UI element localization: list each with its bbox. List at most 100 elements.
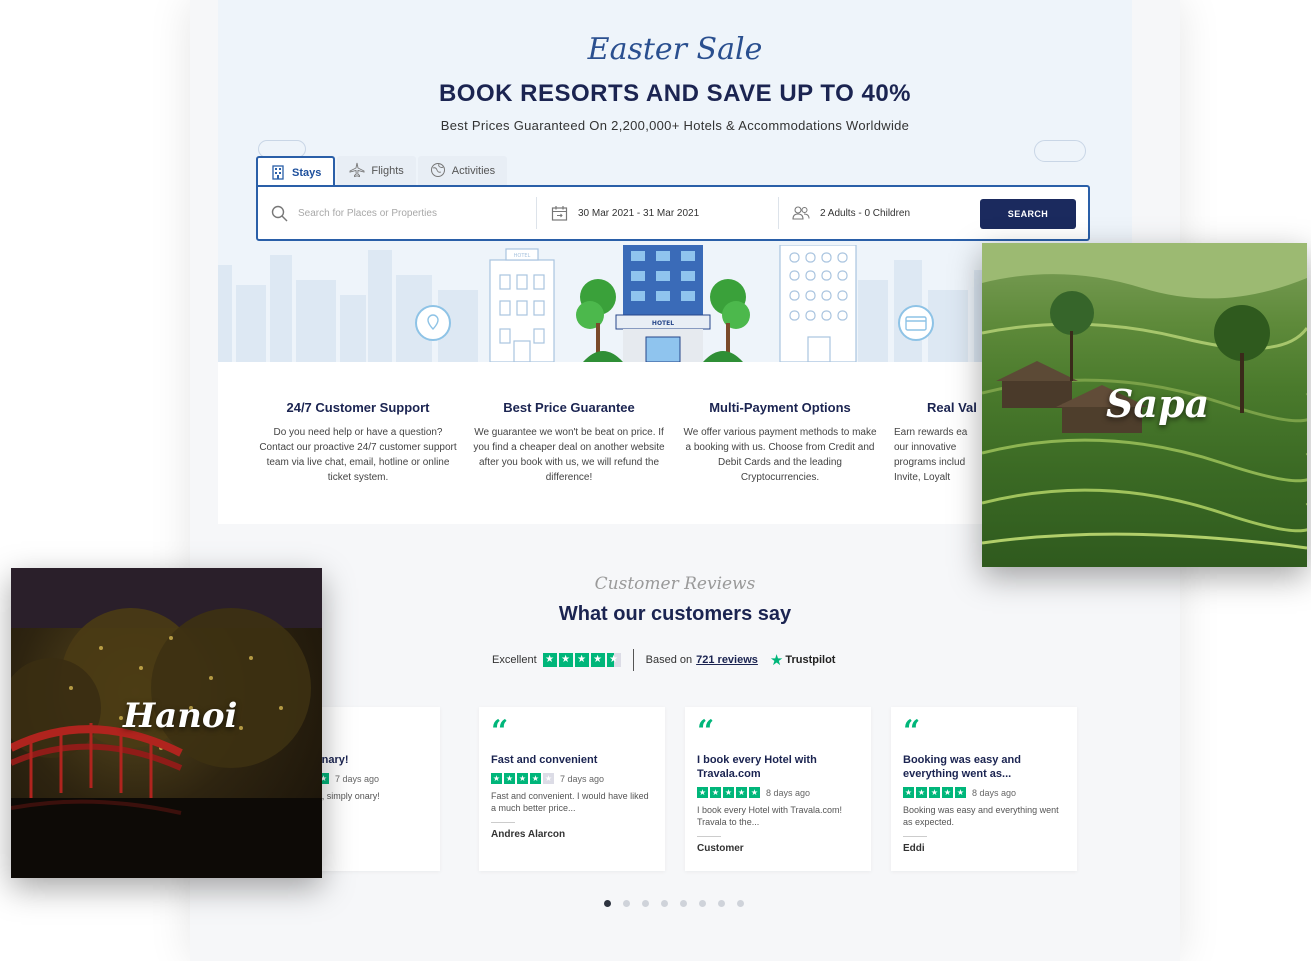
star-icon: ★	[574, 653, 589, 667]
search-tabs: Stays Flights Activities	[256, 156, 509, 188]
carousel-dot[interactable]	[661, 900, 668, 907]
divider	[697, 836, 721, 837]
star-icon: ★	[530, 773, 541, 784]
search-bar: Search for Places or Properties 30 Mar 2…	[256, 185, 1090, 241]
carousel-dot[interactable]	[699, 900, 706, 907]
feature-text: We offer various payment methods to make…	[683, 427, 877, 483]
carousel-dot[interactable]	[623, 900, 630, 907]
review-text: Fast and convenient. I would have liked …	[491, 791, 649, 813]
carousel-dot[interactable]	[642, 900, 649, 907]
carousel-pagination	[604, 900, 744, 907]
search-icon	[270, 204, 288, 222]
carousel-dot[interactable]	[604, 900, 611, 907]
trustpilot-logo: Trustpilot	[785, 654, 836, 666]
review-stars: ★★★★★	[697, 787, 760, 798]
reviews-title: What our customers say	[558, 603, 792, 625]
tab-label: Flights	[371, 165, 404, 177]
review-age: 8 days ago	[972, 787, 1017, 798]
feature-text: We guarantee we won't be beat on price. …	[473, 427, 665, 483]
review-card[interactable]: “ Fast and convenient ★ ★ ★ ★ ★ 7 days ago F…	[479, 707, 665, 871]
destination-field[interactable]: Search for Places or Properties	[270, 187, 530, 239]
review-card[interactable]: “ Booking was easy and everything went a…	[891, 707, 1077, 871]
carousel-dot[interactable]	[680, 900, 687, 907]
star-icon: ★	[736, 787, 747, 798]
credit-card-icon	[898, 305, 934, 341]
tab-stays[interactable]: Stays	[256, 156, 336, 188]
carousel-dot[interactable]	[737, 900, 744, 907]
trustpilot-summary: Excellent ★ ★ ★ ★ ★ Based on 721 reviews…	[492, 648, 835, 672]
guests-icon	[792, 204, 810, 222]
search-button[interactable]: SEARCH	[980, 199, 1076, 229]
star-icon: ★	[710, 787, 721, 798]
feature-payment: Multi-Payment Options We offer various p…	[680, 400, 880, 485]
star-icon: ★	[955, 787, 966, 798]
based-on-text: Based on	[645, 654, 693, 666]
feature-text: Do you need help or have a question? Con…	[259, 427, 457, 483]
plane-icon	[349, 162, 365, 181]
review-author: Andres Alarcon	[491, 829, 566, 840]
reviews-label: Customer Reviews	[594, 574, 756, 594]
review-age: 7 days ago	[560, 773, 605, 784]
review-meta: ★★★★★ 7 days ago	[491, 773, 653, 784]
calendar-icon	[550, 204, 568, 222]
star-icon: ★	[916, 787, 927, 798]
feature-title: 24/7 Customer Support	[286, 400, 430, 415]
review-meta: ★ ★ ★ ★ ★ 8 days ago	[697, 787, 859, 798]
quote-icon: “	[491, 714, 509, 749]
review-stars: ★★★★★	[491, 773, 554, 784]
hanoi-photo: Hanoi	[11, 568, 322, 878]
review-title: I book every Hotel with Travala.com	[697, 754, 817, 780]
star-icon: ★	[723, 787, 734, 798]
review-card[interactable]: “ I book every Hotel with Travala.com ★ ★…	[685, 707, 871, 871]
feature-rewards: Real Val Earn rewards ea our innovative …	[894, 400, 994, 485]
review-title: Fast and convenient	[491, 754, 598, 766]
field-divider	[778, 197, 779, 229]
trustpilot-star-icon: ★	[769, 652, 784, 669]
review-count-link[interactable]: 721 reviews	[696, 654, 758, 666]
location-pin-icon	[415, 305, 451, 341]
tab-label: Stays	[292, 167, 322, 179]
star-icon: ★	[903, 787, 914, 798]
hero-headline: BOOK RESORTS AND SAVE UP TO 40%	[438, 80, 912, 107]
carousel-dot[interactable]	[718, 900, 725, 907]
cloud-decoration	[1034, 140, 1086, 162]
date-range-field[interactable]: 30 Mar 2021 - 31 Mar 2021	[550, 187, 770, 239]
review-author: Eddi	[903, 843, 925, 854]
review-age: 7 days ago	[335, 773, 380, 784]
feature-title: Best Price Guarantee	[503, 400, 635, 415]
star-icon: ★	[929, 787, 940, 798]
star-icon: ★	[942, 787, 953, 798]
review-stars: ★★★★★	[903, 787, 966, 798]
tab-label: Activities	[451, 165, 496, 177]
feature-title: Real Val	[927, 400, 977, 415]
star-icon: ★	[491, 773, 502, 784]
globe-icon	[430, 162, 446, 181]
hotel-sign-left: HOTEL	[514, 253, 531, 259]
star-half-icon: ★	[606, 653, 621, 667]
field-divider	[536, 197, 537, 229]
star-icon: ★	[517, 773, 528, 784]
star-icon: ★	[558, 653, 573, 667]
overall-rating-stars: ★ ★ ★ ★ ★	[542, 653, 621, 667]
star-icon: ★	[749, 787, 760, 798]
divider	[903, 836, 927, 837]
tab-activities[interactable]: Activities	[417, 156, 508, 186]
sapa-caption: Sapa	[1106, 381, 1210, 426]
hero-subline: Best Prices Guaranteed On 2,200,000+ Hot…	[440, 118, 910, 133]
rating-word: Excellent	[492, 654, 537, 666]
review-text: I book every Hotel with Travala.com! Tra…	[697, 805, 843, 827]
review-meta: ★ ★ ★ ★ ★ 8 days ago	[903, 787, 1065, 798]
star-icon: ★	[504, 773, 515, 784]
review-age: 8 days ago	[766, 787, 811, 798]
star-icon: ★	[590, 653, 605, 667]
sapa-photo: Sapa	[982, 243, 1307, 567]
sale-tagline: Easter Sale	[587, 32, 763, 67]
quote-icon: “	[903, 714, 921, 749]
guests-value: 2 Adults - 0 Children	[820, 207, 911, 219]
hotel-icon	[270, 164, 286, 183]
hotel-sign: HOTEL	[652, 320, 674, 327]
tab-flights[interactable]: Flights	[337, 156, 416, 186]
review-title: Booking was easy and everything went as.…	[903, 754, 1021, 780]
guests-field[interactable]: 2 Adults - 0 Children	[792, 187, 972, 239]
hanoi-caption: Hanoi	[123, 696, 238, 736]
